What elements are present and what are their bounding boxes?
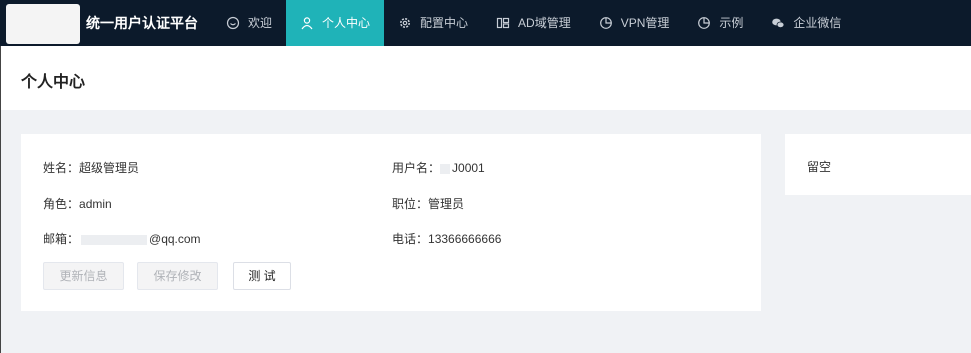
side-card: 留空: [785, 134, 971, 195]
nav-item-vpn-management[interactable]: VPN管理: [585, 0, 684, 46]
email-value: @qq.com: [149, 232, 201, 246]
redaction-mask: [81, 234, 148, 245]
test-button[interactable]: 测 试: [233, 262, 291, 290]
nav-item-ad-management[interactable]: AD域管理: [482, 0, 585, 46]
name-field: 姓名：超级管理员: [43, 159, 139, 176]
name-label: 姓名：: [43, 161, 80, 175]
gear-icon: [400, 18, 411, 28]
role-value: admin: [79, 197, 112, 211]
user-icon: [301, 17, 313, 30]
username-value: J0001: [452, 161, 485, 175]
email-label: 邮箱：: [43, 232, 80, 246]
username-field: 用户名： J0001: [392, 159, 485, 176]
app-title: 统一用户认证平台: [86, 15, 198, 31]
role-label: 角色：: [43, 197, 80, 211]
nav-item-config-center[interactable]: 配置中心: [384, 0, 482, 46]
username-label: 用户名：: [392, 161, 441, 175]
smile-icon: [226, 16, 240, 30]
nav-label: 配置中心: [420, 16, 469, 30]
position-label: 职位：: [392, 197, 429, 211]
pie-chart-icon: [698, 17, 711, 29]
nav-item-example[interactable]: 示例: [683, 0, 757, 46]
nav-item-welcome[interactable]: 欢迎: [212, 0, 286, 46]
nav-label: 示例: [719, 16, 744, 30]
nav-label: AD域管理: [518, 16, 571, 30]
role-field: 角色：admin: [43, 195, 112, 212]
email-field: 邮箱： @qq.com: [43, 230, 201, 247]
wechat-icon: [772, 18, 785, 28]
page-title: 个人中心: [21, 74, 86, 91]
phone-field: 电话：13366666666: [392, 230, 501, 247]
nav-label: 企业微信: [793, 16, 842, 30]
page-header: 个人中心: [1, 46, 971, 110]
update-info-button[interactable]: 更新信息: [43, 262, 124, 290]
name-value: 超级管理员: [79, 161, 140, 175]
position-value: 管理员: [428, 197, 465, 211]
grid-icon: [496, 17, 510, 29]
position-field: 职位：管理员: [392, 195, 464, 212]
nav-item-wechat-work[interactable]: 企业微信: [757, 0, 855, 46]
save-changes-button[interactable]: 保存修改: [137, 262, 218, 290]
phone-value: 13366666666: [428, 232, 502, 246]
logo: [6, 4, 80, 44]
main-nav: 欢迎 个人中心 配置中心 AD域管理 VPN管理 示例 企业微信: [212, 0, 855, 46]
top-nav-bar: 统一用户认证平台 欢迎 个人中心 配置中心 AD域管理 VPN管理 示例 企业微…: [0, 0, 971, 46]
side-card-text: 留空: [807, 160, 832, 174]
nav-label: VPN管理: [620, 16, 670, 30]
redaction-mask: [440, 163, 451, 174]
nav-item-personal-center[interactable]: 个人中心: [286, 0, 385, 46]
nav-label: 欢迎: [248, 16, 273, 30]
phone-label: 电话：: [392, 232, 429, 246]
nav-label: 个人中心: [322, 16, 371, 30]
pie-chart-icon: [599, 17, 612, 29]
